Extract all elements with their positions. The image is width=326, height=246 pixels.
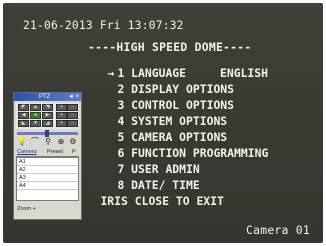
- pan-up-right-button[interactable]: ◥: [42, 104, 53, 111]
- menu-title: ----HIGH SPEED DOME----: [88, 40, 252, 54]
- ptz-home-button[interactable]: ●: [30, 112, 41, 119]
- pan-up-left-button[interactable]: ◤: [18, 104, 29, 111]
- list-item[interactable]: A3: [17, 174, 78, 182]
- zoom-lens-icon[interactable]: ⚲: [43, 137, 53, 147]
- wiper-icon[interactable]: ⌒: [30, 137, 40, 147]
- list-item[interactable]: A4: [17, 182, 78, 190]
- tab-p[interactable]: P: [72, 149, 76, 156]
- tilt-up-button[interactable]: ▲: [30, 104, 41, 111]
- light-bulb-icon[interactable]: 💡: [17, 137, 27, 147]
- ptz-title: PTZ: [39, 94, 51, 100]
- pan-right-button[interactable]: ▶: [42, 112, 53, 119]
- camera-label: Camera 01: [246, 223, 310, 237]
- zoom-in-button[interactable]: +: [56, 104, 67, 111]
- ptz-toolbar: 💡 ⌒ ⚲ ⊕ ⚙: [17, 137, 78, 147]
- slider-knob[interactable]: [45, 130, 49, 137]
- zoom-out-button[interactable]: −: [67, 104, 78, 111]
- ptz-close-icon[interactable]: ◄ ×: [68, 93, 79, 101]
- settings-icon[interactable]: ⚙: [68, 137, 78, 147]
- menu-exit-hint: IRIS CLOSE TO EXIT: [73, 185, 303, 219]
- zoom-label[interactable]: Zoom +: [17, 206, 36, 212]
- ptz-titlebar[interactable]: PTZ ◄ ×: [14, 93, 81, 101]
- preset-list: A1 A2 A3 A4: [16, 157, 79, 201]
- exit-hint-label: IRIS CLOSE TO EXIT: [100, 194, 224, 209]
- focus-near-button[interactable]: +: [56, 112, 67, 119]
- pan-down-left-button[interactable]: ◣: [18, 120, 29, 127]
- pan-down-right-button[interactable]: ◢: [42, 120, 53, 127]
- ptz-panel: PTZ ◄ × ◤ ▲ ◥ + − ◀ ● ▶ + − ◣ ▼ ◢ + − 💡 …: [13, 92, 82, 220]
- iris-open-button[interactable]: +: [56, 120, 67, 127]
- list-item[interactable]: A1: [17, 158, 78, 166]
- focus-far-button[interactable]: −: [67, 112, 78, 119]
- ptz-tab-bar: Camera Preset P: [16, 149, 79, 157]
- osd-datetime: 21-06-2013 Fri 13:07:32: [23, 19, 184, 32]
- tilt-down-button[interactable]: ▼: [30, 120, 41, 127]
- tab-preset[interactable]: Preset: [47, 149, 63, 156]
- list-item[interactable]: A2: [17, 166, 78, 174]
- pan-left-button[interactable]: ◀: [18, 112, 29, 119]
- tab-camera[interactable]: Camera: [17, 149, 37, 156]
- auto-scan-icon[interactable]: ⊕: [56, 137, 66, 147]
- ptz-direction-pad: ◤ ▲ ◥ + − ◀ ● ▶ + − ◣ ▼ ◢ + −: [16, 103, 79, 129]
- ptz-speed-slider[interactable]: [17, 130, 78, 137]
- iris-close-button[interactable]: −: [67, 120, 78, 127]
